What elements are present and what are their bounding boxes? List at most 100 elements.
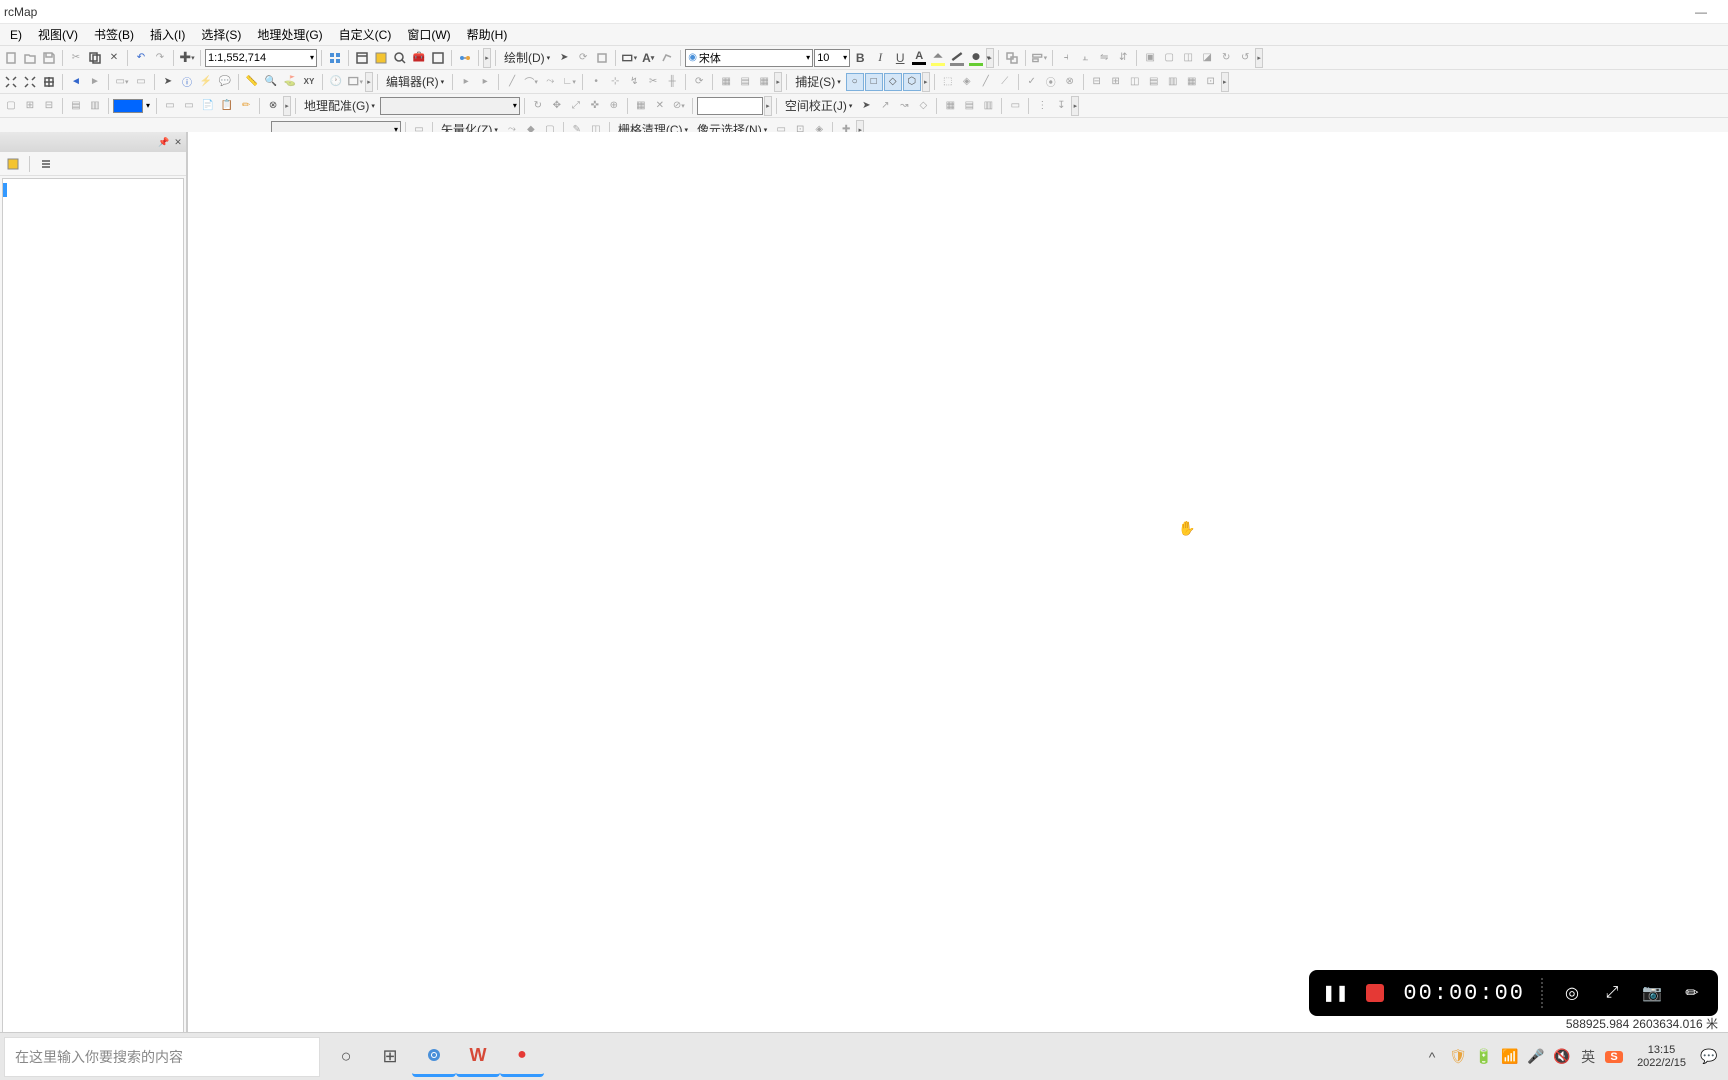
screenshot-button[interactable]: 📷: [1640, 981, 1664, 1005]
tray-battery-icon[interactable]: 🔋: [1475, 1048, 1493, 1065]
edge-match-button[interactable]: ▤: [960, 97, 978, 115]
taskbar-clock[interactable]: 13:15 2022/2/15: [1631, 1044, 1692, 1070]
trace-button[interactable]: ⤳: [541, 73, 559, 91]
taskbar-app-wps[interactable]: W: [456, 1037, 500, 1077]
fix-error-button[interactable]: ⊗: [1061, 73, 1079, 91]
create-features-button[interactable]: ▦: [755, 73, 773, 91]
preview-button[interactable]: ▭: [1006, 97, 1024, 115]
undo-button[interactable]: ↶: [132, 49, 150, 67]
rotate-right-button[interactable]: ↻: [1217, 49, 1235, 67]
toolbar-overflow[interactable]: ▸: [283, 96, 291, 116]
line-color-button[interactable]: ▾: [948, 49, 966, 67]
font-size-combo[interactable]: 10 ▾: [814, 49, 850, 67]
select-features-button[interactable]: ▭▾: [113, 73, 131, 91]
send-backward-button[interactable]: ◪: [1198, 49, 1216, 67]
delete-button[interactable]: ✕: [105, 49, 123, 67]
menu-selection[interactable]: 选择(S): [193, 24, 249, 45]
georef-table-button[interactable]: ▦: [632, 97, 650, 115]
georef-layer-combo[interactable]: ▾: [380, 97, 520, 115]
parcel-tool-2[interactable]: ▭: [180, 97, 198, 115]
parcel-tool-5[interactable]: ✏: [237, 97, 255, 115]
tray-expand-icon[interactable]: ^: [1423, 1049, 1441, 1065]
reshape-button[interactable]: ↯: [625, 73, 643, 91]
editor-toolbar-button[interactable]: [326, 49, 344, 67]
windows-search-box[interactable]: 在这里输入你要搜索的内容: [4, 1037, 320, 1077]
python-window-button[interactable]: [429, 49, 447, 67]
bold-button[interactable]: B: [851, 49, 869, 67]
distribute-h-button[interactable]: ⫞: [1057, 49, 1075, 67]
attributes-button[interactable]: ▦: [717, 73, 735, 91]
group-button[interactable]: [1003, 49, 1021, 67]
straight-segment-button[interactable]: ╱: [503, 73, 521, 91]
rotate-left-button[interactable]: ↺: [1236, 49, 1254, 67]
create-viewer-button[interactable]: ▾: [346, 73, 364, 91]
bring-forward-button[interactable]: ◫: [1179, 49, 1197, 67]
taskbar-app-recorder[interactable]: ●: [500, 1037, 544, 1077]
menu-geoprocessing[interactable]: 地理处理(G): [249, 24, 330, 45]
toolbar-overflow[interactable]: ▸: [1255, 48, 1263, 68]
toolbar-overflow[interactable]: ▸: [922, 72, 930, 92]
clear-limits-button[interactable]: ↧: [1052, 97, 1070, 115]
georef-input[interactable]: [697, 97, 763, 115]
snapping-dropdown[interactable]: 捕捉(S)▾: [791, 71, 845, 92]
parcel-button-4[interactable]: ▤: [67, 97, 85, 115]
topo-reshape-button[interactable]: ╱: [977, 73, 995, 91]
georef-rotate-button[interactable]: ↻: [529, 97, 547, 115]
topo-merge-button[interactable]: ▦: [1183, 73, 1201, 91]
map-view[interactable]: ✋ ❚❚ 00:00:00 ◎ ⤢ 📷 ✏ ▢ ▣ ⟳ ❚❚ ◄: [188, 132, 1728, 1080]
validate-extent-button[interactable]: ✓: [1023, 73, 1041, 91]
toolbar-overflow[interactable]: ▸: [1071, 96, 1079, 116]
rotate-tool[interactable]: ⟳: [574, 49, 592, 67]
distribute-v-button[interactable]: ⫠: [1076, 49, 1094, 67]
new-button[interactable]: [2, 49, 20, 67]
underline-button[interactable]: U: [891, 49, 909, 67]
topo-prop-button[interactable]: ⊡: [1202, 73, 1220, 91]
shared-features-button[interactable]: ⊞: [1107, 73, 1125, 91]
point-snap-button[interactable]: ○: [846, 73, 864, 91]
new-link-button[interactable]: ↗: [876, 97, 894, 115]
text-tool[interactable]: A▾: [639, 49, 657, 67]
validate-selection-button[interactable]: ⦿: [1042, 73, 1060, 91]
copy-button[interactable]: [86, 49, 104, 67]
model-builder-button[interactable]: [456, 49, 474, 67]
toolbar-overflow[interactable]: ▸: [365, 72, 373, 92]
edge-snap-button[interactable]: ⬡: [903, 73, 921, 91]
go-to-xy-button[interactable]: XY: [300, 73, 318, 91]
catalog-button[interactable]: [372, 49, 390, 67]
html-popup-button[interactable]: 💬: [216, 73, 234, 91]
tray-volume-icon[interactable]: 🔇: [1553, 1048, 1571, 1065]
parcel-tool-4[interactable]: 📋: [218, 97, 236, 115]
toolbar-overflow[interactable]: ▸: [483, 48, 491, 68]
toolbar-overflow[interactable]: ▸: [764, 96, 772, 116]
parcel-tool-3[interactable]: 📄: [199, 97, 217, 115]
color-dropdown-caret[interactable]: ▾: [144, 101, 152, 110]
menu-view[interactable]: 视图(V): [30, 24, 86, 45]
link-table-button[interactable]: ▦: [941, 97, 959, 115]
pause-button[interactable]: ❚❚: [1323, 981, 1347, 1005]
end-snap-button[interactable]: □: [865, 73, 883, 91]
menu-customize[interactable]: 自定义(C): [331, 24, 400, 45]
zoom-in-button[interactable]: [2, 73, 20, 91]
rectangle-tool[interactable]: ▾: [620, 49, 638, 67]
toc-tree[interactable]: [2, 178, 184, 1078]
flip-v-button[interactable]: ⇵: [1114, 49, 1132, 67]
full-extent-button[interactable]: [40, 73, 58, 91]
point-button[interactable]: •: [587, 73, 605, 91]
topo-modify-button[interactable]: ▤: [1145, 73, 1163, 91]
find-button[interactable]: 🔍: [262, 73, 280, 91]
attribute-transfer-button[interactable]: ▥: [979, 97, 997, 115]
tray-wifi-icon[interactable]: 📶: [1501, 1048, 1519, 1065]
topo-construct-button[interactable]: ◫: [1126, 73, 1144, 91]
search-window-button[interactable]: [391, 49, 409, 67]
arctoolbox-button[interactable]: 🧰: [410, 49, 428, 67]
parcel-tool-1[interactable]: ▭: [161, 97, 179, 115]
select-tool-button[interactable]: ➤: [857, 97, 875, 115]
split-button[interactable]: ╫: [663, 73, 681, 91]
rotate-button[interactable]: ⟳: [690, 73, 708, 91]
clear-selection-button[interactable]: ▭: [132, 73, 150, 91]
stop-button[interactable]: [1363, 981, 1387, 1005]
target-button[interactable]: ◎: [1560, 981, 1584, 1005]
minimize-button[interactable]: —: [1686, 2, 1716, 22]
fullscreen-exit-button[interactable]: ⤢: [1600, 981, 1624, 1005]
georef-auto-button[interactable]: ⊕: [605, 97, 623, 115]
